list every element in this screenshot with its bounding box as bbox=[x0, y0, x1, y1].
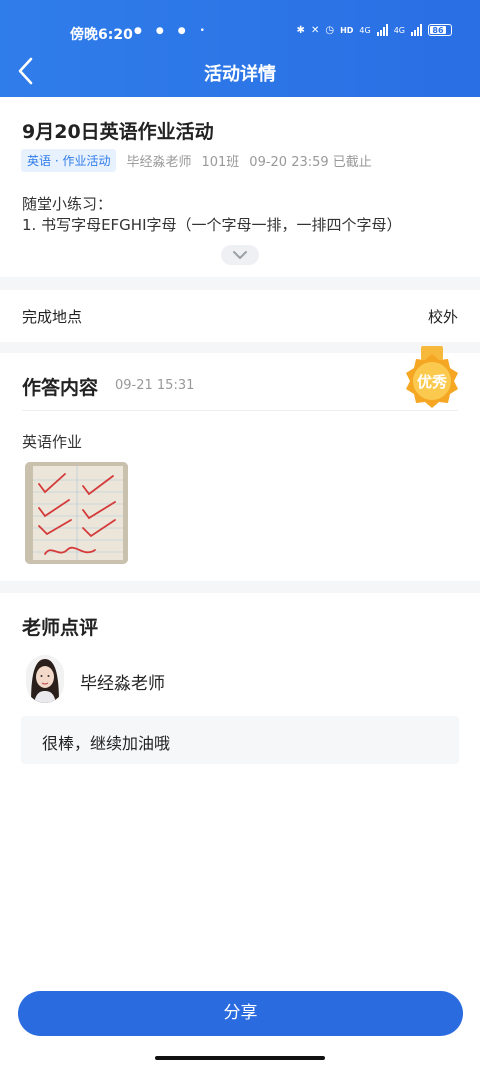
teacher-comment-card: 老师点评 毕经淼老师 很棒，继续加油哦 bbox=[0, 593, 480, 983]
activity-desc-line2: 1. 书写字母EFGHI字母（一个字母一排，一排四个字母） bbox=[22, 216, 402, 234]
comment-text: 很棒，继续加油哦 bbox=[42, 734, 171, 753]
battery-icon: 86 bbox=[428, 24, 452, 36]
chevron-down-icon bbox=[233, 251, 247, 259]
activity-desc-line1: 随堂小练习： bbox=[22, 195, 113, 213]
activity-title: 9月20日英语作业活动 bbox=[22, 121, 214, 143]
network-label-1: 4G bbox=[359, 25, 371, 35]
notification-icon: ● bbox=[134, 26, 142, 36]
network-label-2: 4G bbox=[393, 25, 405, 35]
app-header: 傍晚6:20 ● ● ● • ✱ ✕ ◷ HD 4G 4G 86 活动详情 bbox=[0, 0, 480, 98]
answer-time: 09-21 15:31 bbox=[115, 378, 195, 393]
avatar bbox=[26, 655, 64, 703]
activity-deadline: 09-20 23:59 已截止 bbox=[249, 155, 372, 170]
dot-icon: • bbox=[199, 26, 205, 36]
battery-level: 86 bbox=[430, 26, 446, 35]
signal-icon-1 bbox=[376, 24, 388, 36]
status-right: ✱ ✕ ◷ HD 4G 4G 86 bbox=[297, 24, 452, 36]
activity-meta: 英语 · 作业活动 毕经淼老师 101班 09-20 23:59 已截止 bbox=[21, 149, 372, 172]
location-label: 完成地点 bbox=[22, 308, 83, 326]
location-value: 校外 bbox=[427, 308, 458, 326]
mute-icon: ✕ bbox=[310, 24, 320, 36]
medal-text: 优秀 bbox=[417, 373, 448, 391]
comment-title: 老师点评 bbox=[22, 617, 99, 639]
answer-title: 作答内容 bbox=[22, 377, 99, 399]
divider bbox=[22, 410, 458, 411]
share-button[interactable]: 分享 bbox=[18, 991, 463, 1036]
chat-icon: ● bbox=[155, 26, 164, 36]
bluetooth-icon: ✱ bbox=[296, 24, 305, 36]
homework-image bbox=[25, 462, 128, 564]
home-indicator[interactable] bbox=[155, 1056, 325, 1060]
page-title: 活动详情 bbox=[204, 64, 276, 85]
teacher-avatar-image bbox=[26, 655, 64, 703]
comment-teacher-name: 毕经淼老师 bbox=[80, 674, 165, 694]
activity-card: 9月20日英语作业活动 英语 · 作业活动 毕经淼老师 101班 09-20 2… bbox=[0, 97, 480, 277]
activity-teacher: 毕经淼老师 bbox=[126, 155, 192, 170]
status-bar: 傍晚6:20 ● ● ● • ✱ ✕ ◷ HD 4G 4G 86 bbox=[0, 18, 480, 48]
homework-photo[interactable] bbox=[25, 462, 128, 564]
notification-icons: ● ● ● • bbox=[134, 26, 205, 36]
alarm-icon: ◷ bbox=[325, 24, 335, 36]
expand-button[interactable] bbox=[221, 245, 259, 265]
activity-tag: 英语 · 作业活动 bbox=[21, 149, 117, 172]
location-row: 完成地点 校外 bbox=[0, 290, 480, 342]
app-icon: ● bbox=[177, 26, 186, 36]
excellent-medal-icon: 优秀 bbox=[406, 346, 458, 408]
activity-class: 101班 bbox=[201, 155, 240, 170]
homework-label: 英语作业 bbox=[22, 433, 83, 451]
comment-box: 很棒，继续加油哦 bbox=[21, 716, 459, 764]
signal-icon-2 bbox=[411, 24, 422, 36]
status-time: 傍晚6:20 bbox=[70, 27, 133, 43]
bottom-bar: 分享 bbox=[0, 978, 480, 1067]
hd-badge: HD bbox=[340, 25, 354, 35]
